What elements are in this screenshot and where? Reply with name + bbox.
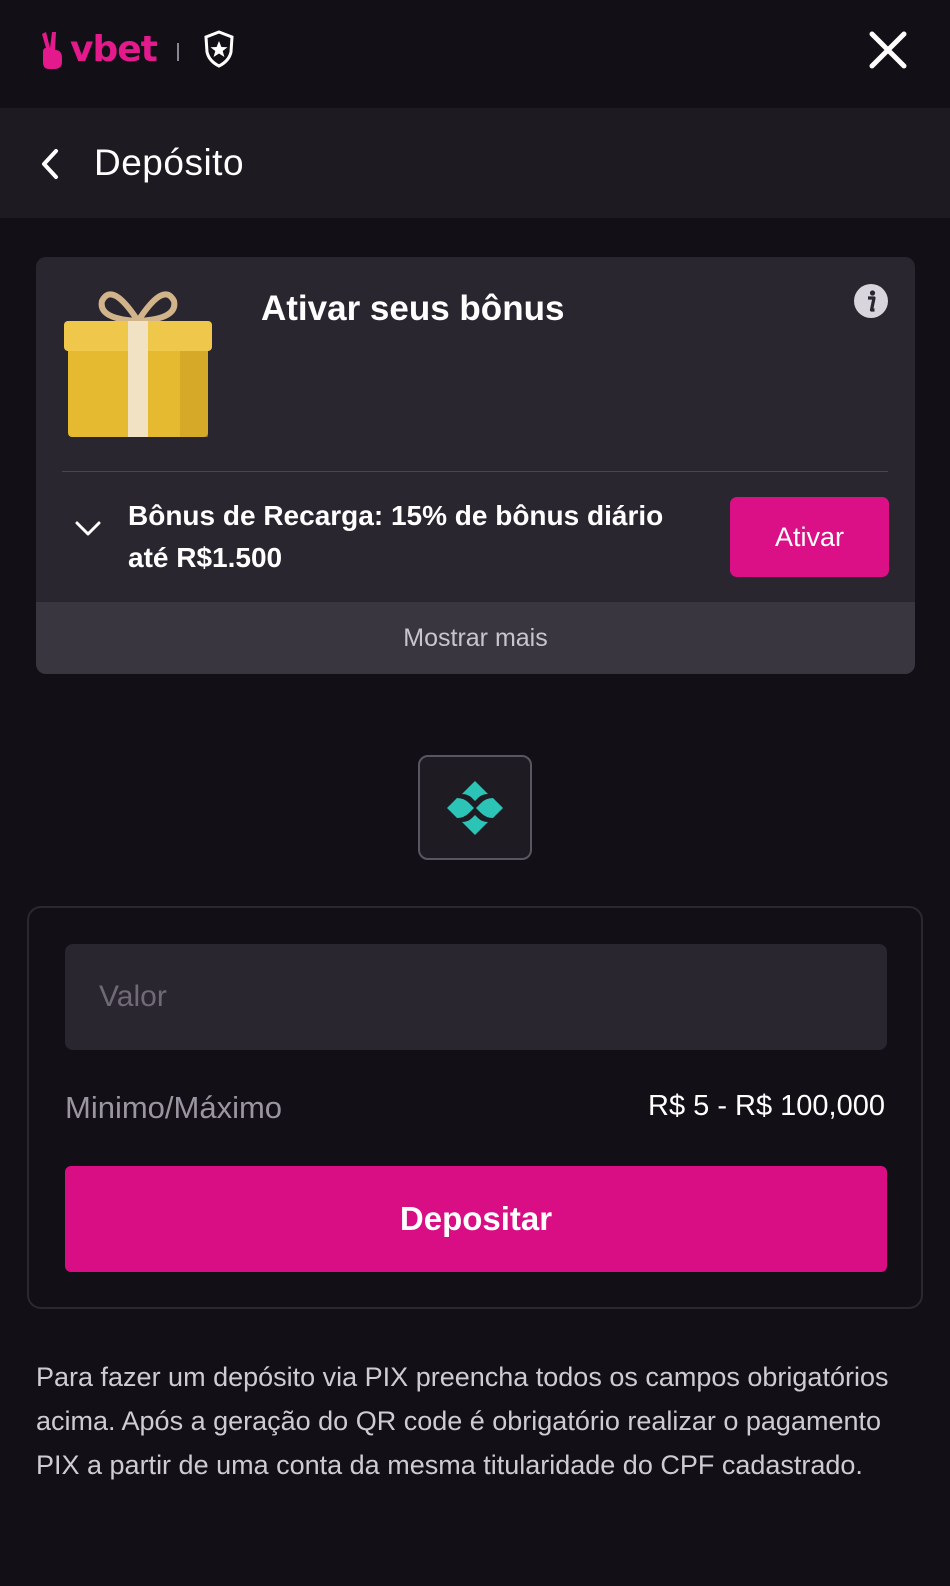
gift-icon [64,291,212,437]
bonus-title: Ativar seus bônus [261,289,565,328]
brand-name: vbet [70,28,158,70]
bonus-divider [62,471,888,472]
vbet-logo[interactable]: vbet [40,26,235,72]
deposit-form: Minimo/Máximo R$ 5 - R$ 100,000 Deposita… [27,906,923,1309]
show-more-button[interactable]: Mostrar mais [36,602,915,674]
logo-divider [176,43,179,61]
minmax-label: Minimo/Máximo [65,1090,283,1125]
bonus-card: Ativar seus bônus Bônus de Recarga: 15% … [36,257,915,674]
page-header: Depósito [0,108,950,218]
pix-instructions: Para fazer um depósito via PIX preencha … [36,1362,889,1480]
close-icon[interactable] [866,28,910,72]
top-bar: vbet [0,0,950,108]
amount-input[interactable] [65,944,887,1050]
bonus-item-description: Bônus de Recarga: 15% de bônus diário at… [128,500,664,573]
page-title: Depósito [94,142,245,183]
club-badge-icon [204,30,234,68]
info-icon[interactable] [853,283,889,319]
activate-bonus-button[interactable]: Ativar [730,497,889,577]
chevron-left-icon[interactable] [36,146,66,182]
payment-method-pix[interactable] [418,755,532,860]
chevron-down-icon[interactable] [74,520,102,538]
deposit-button[interactable]: Depositar [65,1166,887,1272]
peace-hand-icon [42,32,62,69]
pix-icon [447,780,503,835]
minmax-value: R$ 5 - R$ 100,000 [648,1090,885,1122]
